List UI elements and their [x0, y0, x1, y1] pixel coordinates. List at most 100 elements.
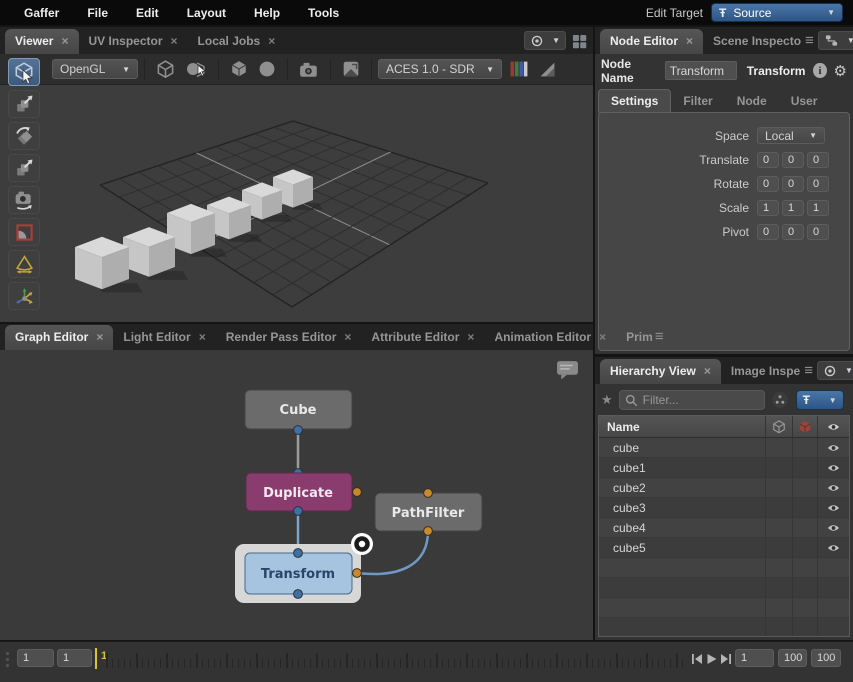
subtab-node[interactable]: Node: [725, 90, 779, 113]
edit-target-dropdown[interactable]: Ŧ Source ▼: [711, 3, 843, 22]
hierarchy-row[interactable]: [599, 578, 849, 598]
translate-z-field[interactable]: 0: [807, 152, 829, 168]
colorspace-dropdown[interactable]: ACES 1.0 - SDR Video ▼: [378, 59, 502, 79]
camera-icon[interactable]: [294, 61, 324, 78]
timeline-current-field[interactable]: 1: [57, 649, 92, 667]
translate-x-field[interactable]: 0: [757, 152, 779, 168]
visibility-eye-toggle[interactable]: [817, 578, 849, 597]
timeline-range-field[interactable]: 100: [811, 649, 841, 667]
scale-z-field[interactable]: 1: [807, 200, 829, 216]
scale-tool-button[interactable]: [8, 154, 40, 182]
channels-rgb-icon[interactable]: [502, 61, 534, 77]
hierarchy-row[interactable]: [599, 558, 849, 578]
plug-out-pathfilter[interactable]: [424, 527, 433, 536]
graph-node-cube[interactable]: Cube: [245, 390, 352, 429]
ghost-cube-column-icon[interactable]: [765, 416, 792, 437]
tab-menu-icon[interactable]: ≡: [805, 32, 814, 49]
play-button[interactable]: [704, 652, 719, 666]
visibility-eye-toggle[interactable]: [817, 538, 849, 557]
menu-gaffer[interactable]: Gaffer: [10, 6, 73, 20]
tab-node-editor[interactable]: Node Editor ×: [600, 29, 703, 54]
light-tool-button[interactable]: [8, 250, 40, 278]
translate-tool-button[interactable]: [8, 90, 40, 118]
bookmark-star-icon[interactable]: ★: [601, 392, 613, 408]
tab-local-jobs[interactable]: Local Jobs ×: [188, 29, 286, 54]
renderer-dropdown[interactable]: OpenGL ▼: [52, 59, 138, 79]
subtab-filter[interactable]: Filter: [671, 90, 724, 113]
info-icon[interactable]: i: [813, 63, 826, 78]
visibility-eye-toggle[interactable]: [817, 438, 849, 457]
close-icon[interactable]: ×: [61, 36, 68, 46]
menu-layout[interactable]: Layout: [173, 6, 240, 20]
skip-to-end-button[interactable]: [719, 652, 733, 666]
pivot-y-field[interactable]: 0: [782, 224, 804, 240]
close-icon[interactable]: ×: [344, 332, 351, 342]
space-dropdown[interactable]: Local ▼: [757, 127, 825, 144]
close-icon[interactable]: ×: [467, 332, 474, 342]
gear-icon[interactable]: ⚙: [834, 62, 847, 80]
visibility-eye-toggle[interactable]: [817, 498, 849, 517]
graph-node-pathfilter[interactable]: PathFilter: [375, 493, 482, 531]
camera-tool-button[interactable]: [8, 186, 40, 214]
timeline-ruler[interactable]: [106, 651, 684, 670]
hierarchy-row[interactable]: cube: [599, 438, 849, 458]
close-icon[interactable]: ×: [686, 36, 693, 46]
close-icon[interactable]: ×: [704, 366, 711, 376]
tab-image-inspector[interactable]: Image Inspe: [721, 359, 802, 384]
close-icon[interactable]: ×: [268, 36, 275, 46]
close-icon[interactable]: ×: [199, 332, 206, 342]
subtab-user[interactable]: User: [779, 90, 830, 113]
render-pass-icon[interactable]: [337, 60, 365, 78]
rotate-x-field[interactable]: 0: [757, 176, 779, 192]
tab-menu-icon[interactable]: ≡: [655, 328, 664, 345]
close-icon[interactable]: ×: [96, 332, 103, 342]
viewer-focus-button[interactable]: ▼: [524, 31, 566, 50]
exposure-gamma-icon[interactable]: [534, 61, 561, 78]
plug-out-cube[interactable]: [294, 426, 303, 435]
menu-edit[interactable]: Edit: [122, 6, 173, 20]
hierarchy-row[interactable]: cube5: [599, 538, 849, 558]
visibility-eye-toggle[interactable]: [817, 618, 849, 637]
visibility-eye-toggle[interactable]: [817, 598, 849, 617]
tab-scene-inspector[interactable]: Scene Inspecto: [703, 29, 803, 54]
visibility-eye-toggle[interactable]: [817, 518, 849, 537]
gizmo-tool-button[interactable]: [8, 282, 40, 310]
timeline-end-field[interactable]: 100: [778, 649, 807, 667]
timeline-frame-field[interactable]: 1: [735, 649, 774, 667]
pivot-z-field[interactable]: 0: [807, 224, 829, 240]
tab-menu-icon[interactable]: ≡: [804, 362, 813, 379]
timeline-grip[interactable]: [6, 652, 9, 667]
rotate-tool-button[interactable]: [8, 122, 40, 150]
plug-filter-duplicate[interactable]: [353, 488, 362, 497]
shading-mode-cube-icon[interactable]: [225, 60, 253, 78]
subtab-settings[interactable]: Settings: [598, 89, 671, 113]
scale-x-field[interactable]: 1: [757, 200, 779, 216]
crop-window-tool-button[interactable]: [8, 218, 40, 246]
visibility-column-icon[interactable]: [817, 416, 849, 437]
visibility-eye-toggle[interactable]: [817, 458, 849, 477]
plug-in-pathfilter[interactable]: [424, 489, 433, 498]
close-icon[interactable]: ×: [599, 332, 606, 342]
visibility-eye-toggle[interactable]: [817, 478, 849, 497]
plug-out-duplicate[interactable]: [294, 507, 303, 516]
hierarchy-row[interactable]: [599, 618, 849, 637]
pivot-x-field[interactable]: 0: [757, 224, 779, 240]
filter-options-icon[interactable]: [771, 391, 789, 409]
rotate-z-field[interactable]: 0: [807, 176, 829, 192]
timeline-start-field[interactable]: 1: [17, 649, 54, 667]
skip-to-start-button[interactable]: [690, 652, 704, 666]
red-cube-column-icon[interactable]: [792, 416, 817, 437]
tab-graph-editor[interactable]: Graph Editor ×: [5, 325, 113, 350]
hierarchy-row[interactable]: cube2: [599, 478, 849, 498]
playhead[interactable]: [95, 648, 97, 669]
hierarchy-focus-button[interactable]: ▼: [817, 361, 853, 380]
tab-viewer[interactable]: Viewer ×: [5, 29, 79, 54]
drawing-mode-cube-icon[interactable]: [151, 60, 180, 79]
edit-scope-dropdown[interactable]: Ŧ ▼: [796, 390, 844, 410]
filter-input[interactable]: [643, 393, 753, 407]
plug-out-transform[interactable]: [294, 590, 303, 599]
plug-in-transform[interactable]: [294, 549, 303, 558]
selection-mode-icon[interactable]: [180, 60, 212, 79]
select-tool-button[interactable]: [8, 58, 40, 86]
node-editor-follow-button[interactable]: ▼: [818, 31, 853, 50]
